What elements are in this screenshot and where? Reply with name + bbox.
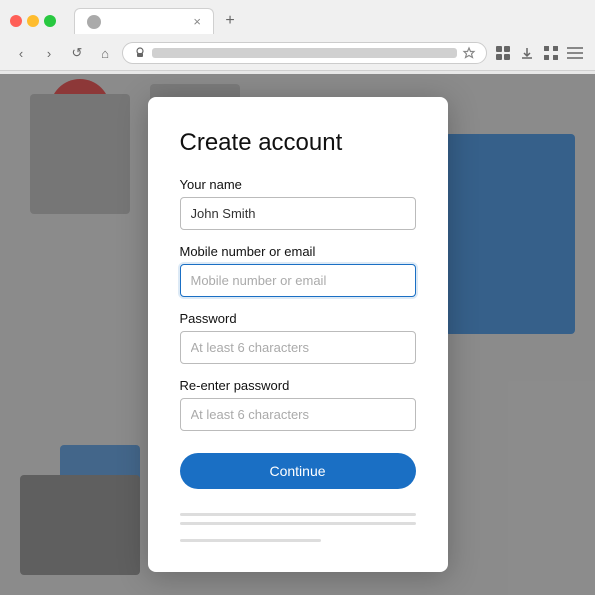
name-field-group: Your name (180, 177, 416, 230)
lock-icon (133, 46, 147, 60)
menu-icon[interactable] (565, 43, 585, 63)
address-bar[interactable] (122, 42, 487, 64)
tab-bar: × + (64, 8, 252, 34)
reenter-password-label: Re-enter password (180, 378, 416, 393)
reload-button[interactable]: ↺ (66, 42, 88, 64)
address-bar-icons (133, 46, 147, 60)
reenter-password-field-group: Re-enter password (180, 378, 416, 431)
name-input[interactable] (180, 197, 416, 230)
modal-overlay: Create account Your name Mobile number o… (0, 74, 595, 595)
star-icon[interactable] (462, 46, 476, 60)
browser-tab[interactable]: × (74, 8, 214, 34)
email-field-group: Mobile number or email (180, 244, 416, 297)
extensions-icon[interactable] (493, 43, 513, 63)
apps-icon[interactable] (541, 43, 561, 63)
password-label: Password (180, 311, 416, 326)
back-button[interactable]: ‹ (10, 42, 32, 64)
browser-chrome: × + ‹ › ↺ ⌂ (0, 0, 595, 71)
maximize-window-button[interactable] (44, 15, 56, 27)
email-input[interactable] (180, 264, 416, 297)
continue-button[interactable]: Continue (180, 453, 416, 489)
name-label: Your name (180, 177, 416, 192)
nav-right-icons (493, 43, 585, 63)
reenter-password-input[interactable] (180, 398, 416, 431)
nav-bar: ‹ › ↺ ⌂ (0, 38, 595, 70)
divider-line-1 (180, 513, 416, 516)
download-icon[interactable] (517, 43, 537, 63)
address-text (152, 48, 457, 58)
password-field-group: Password (180, 311, 416, 364)
tab-favicon (87, 15, 101, 29)
new-tab-button[interactable]: + (218, 9, 242, 33)
minimize-window-button[interactable] (27, 15, 39, 27)
title-bar: × + (0, 0, 595, 38)
divider-line-3 (180, 539, 322, 542)
forward-button[interactable]: › (38, 42, 60, 64)
window-controls (10, 15, 56, 27)
home-button[interactable]: ⌂ (94, 42, 116, 64)
create-account-modal: Create account Your name Mobile number o… (148, 97, 448, 572)
modal-title: Create account (180, 129, 416, 157)
password-input[interactable] (180, 331, 416, 364)
close-window-button[interactable] (10, 15, 22, 27)
divider-lines (180, 513, 416, 542)
email-label: Mobile number or email (180, 244, 416, 259)
divider-line-2 (180, 522, 416, 525)
divider-spacer (180, 531, 416, 539)
tab-close-icon[interactable]: × (193, 14, 201, 29)
